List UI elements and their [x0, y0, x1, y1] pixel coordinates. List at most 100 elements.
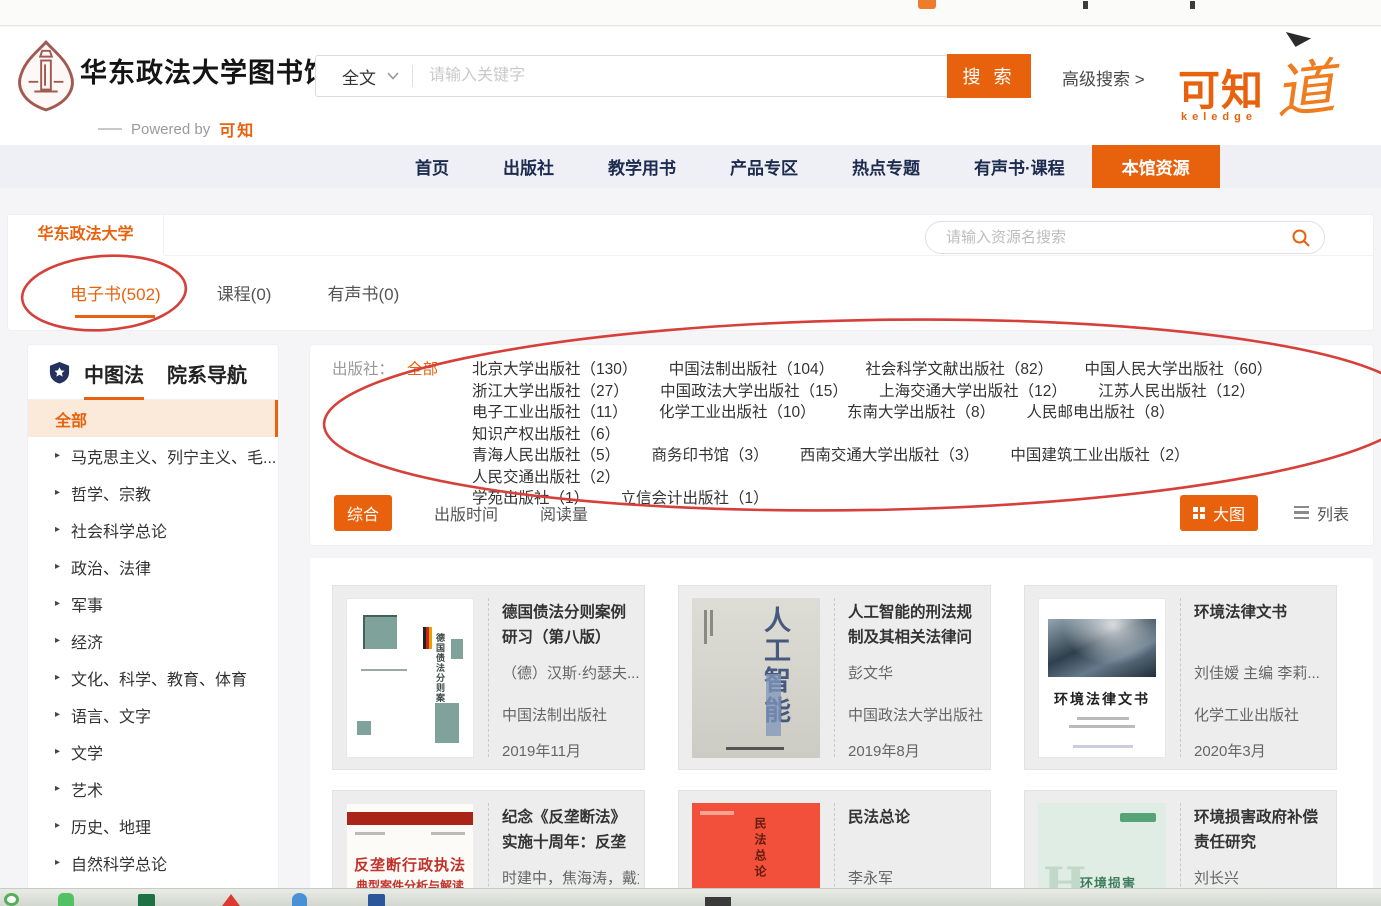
book-card[interactable]: 德国债法分则案例研习 德国债法分则案例研习（第八版） （德）汉斯·约瑟夫... … [332, 585, 645, 770]
keyword-search-input[interactable] [413, 56, 947, 96]
publisher-link[interactable]: 电子工业出版社（11） [472, 404, 628, 421]
book-title: 德国债法分则案例研习（第八版） [502, 600, 639, 650]
publisher-link[interactable]: 中国政法大学出版社（15） [660, 383, 848, 400]
publisher-link[interactable]: 社会科学文献出版社（82） [865, 361, 1053, 378]
publisher-link[interactable]: 商务印书馆（3） [651, 447, 768, 464]
books-panel: 德国债法分则案例研习 德国债法分则案例研习（第八版） （德）汉斯·约瑟夫... … [310, 558, 1373, 906]
publisher-filter-all[interactable]: 全部 [407, 359, 438, 510]
publisher-link[interactable]: 西南交通大学出版社（3） [800, 447, 979, 464]
browser-toolbar-icon[interactable] [1083, 1, 1088, 9]
publisher-link[interactable]: 化学工业出版社（10） [659, 404, 816, 421]
sidebar-item-all[interactable]: 全部 [28, 400, 278, 437]
resource-search-input[interactable] [946, 229, 1291, 246]
book-info: 人工智能的刑法规制及其相关法律问题 彭文华 中国政法大学出版社 2019年8月 [848, 600, 985, 757]
book-publisher: 中国法制出版社 [502, 704, 639, 725]
sidebar-item-label: 军事 [71, 592, 103, 616]
list-icon [1294, 506, 1309, 520]
nav-item-home[interactable]: 首页 [388, 145, 476, 188]
taskbar-dark-window-icon[interactable] [705, 897, 731, 906]
browser-extension-icon[interactable] [918, 0, 936, 9]
caret-right-icon: ▸ [55, 598, 60, 609]
sort-publish-date[interactable]: 出版时间 [434, 501, 498, 525]
taskbar-red-app-icon[interactable] [222, 894, 240, 906]
sidebar-item-label: 文化、科学、教育、体育 [71, 666, 247, 690]
taskbar-green-ring-app-icon[interactable] [4, 893, 19, 906]
sidebar-item-military[interactable]: ▸ 军事 [28, 585, 278, 622]
book-title: 环境损害政府补偿责任研究 [1194, 805, 1331, 855]
view-toggle-grid[interactable]: 大图 [1180, 495, 1258, 531]
grid-icon [1193, 507, 1205, 519]
book-cover: 德国债法分则案例研习 [346, 598, 474, 758]
sidebar-item-label: 艺术 [71, 777, 103, 801]
nav-item-product-zone[interactable]: 产品专区 [703, 145, 825, 188]
book-author: 刘长兴 [1194, 867, 1331, 888]
mountain-photo [1048, 619, 1156, 677]
sidebar-item-social-science[interactable]: ▸ 社会科学总论 [28, 511, 278, 548]
sort-comprehensive[interactable]: 综合 [334, 495, 392, 531]
search-button[interactable]: 搜 索 [947, 54, 1031, 98]
sidebar-item-label: 文学 [71, 740, 103, 764]
sidebar-item-language[interactable]: ▸ 语言、文字 [28, 696, 278, 733]
publisher-link[interactable]: 东南大学出版社（8） [847, 404, 995, 421]
nav-item-hot-topics[interactable]: 热点专题 [825, 145, 947, 188]
nav-item-audiobooks-courses[interactable]: 有声书·课程 [947, 145, 1092, 188]
nav-item-textbooks[interactable]: 教学用书 [581, 145, 703, 188]
tab-ebooks[interactable]: 电子书(502) [70, 280, 161, 305]
book-card[interactable]: 人工智能 人工智能的刑法规制及其相关法律问题 彭文华 中国政法大学出版社 201… [678, 585, 991, 770]
book-card[interactable]: 环境法律文书 环境法律文书 刘佳嫒 主编 李莉... 化学工业出版社 2020年… [1024, 585, 1337, 770]
sidebar-item-economy[interactable]: ▸ 经济 [28, 622, 278, 659]
org-tab[interactable]: 华东政法大学 [8, 215, 164, 255]
divider [1180, 598, 1181, 757]
taskbar-blue-round-app-icon[interactable] [292, 893, 307, 906]
taskbar-word-app-icon[interactable] [368, 894, 385, 906]
publisher-link[interactable]: 浙江大学出版社（27） [472, 383, 629, 400]
tab-audiobooks[interactable]: 有声书(0) [327, 280, 399, 305]
publisher-link[interactable]: 青海人民出版社（5） [472, 447, 620, 464]
book-publisher: 中国政法大学出版社 [848, 704, 985, 725]
sidebar-item-politics-law[interactable]: ▸ 政治、法律 [28, 548, 278, 585]
sidebar-item-literature[interactable]: ▸ 文学 [28, 733, 278, 770]
browser-toolbar-icon[interactable] [1190, 1, 1195, 9]
publisher-link[interactable]: 上海交通大学出版社（12） [879, 383, 1067, 400]
search-scope-dropdown[interactable]: 全文 [316, 56, 412, 96]
nav-item-library-resources[interactable]: 本馆资源 [1092, 145, 1220, 188]
advanced-search-link[interactable]: 高级搜索 > [1062, 65, 1145, 90]
sidebar-item-label: 社会科学总论 [71, 518, 167, 542]
publisher-link[interactable]: 人民交通出版社（2） [472, 469, 620, 486]
publisher-filter-panel: 出版社： 全部 北京大学出版社（130） 中国法制出版社（104） 社会科学文献… [310, 345, 1373, 545]
book-info: 德国债法分则案例研习（第八版） （德）汉斯·约瑟夫... 中国法制出版社 201… [502, 600, 639, 757]
browser-strip [0, 0, 1381, 26]
sidebar-item-natural-science[interactable]: ▸ 自然科学总论 [28, 844, 278, 881]
caret-right-icon: ▸ [55, 857, 60, 868]
sidebar-tab-departments[interactable]: 院系导航 [167, 345, 247, 400]
book-date: 2019年11月 [502, 740, 639, 761]
book-title: 纪念《反垄断法》实施十周年：反垄断行政... [502, 805, 639, 855]
sidebar-item-culture-education[interactable]: ▸ 文化、科学、教育、体育 [28, 659, 278, 696]
caret-right-icon: ▸ [55, 561, 60, 572]
publisher-link[interactable]: 中国人民大学出版社（60） [1084, 361, 1272, 378]
view-toggle-list[interactable]: 列表 [1294, 501, 1349, 525]
publisher-link[interactable]: 中国法制出版社（104） [669, 361, 834, 378]
powered-by-label: Powered by [131, 121, 210, 138]
publisher-link[interactable]: 江苏人民出版社（12） [1098, 383, 1255, 400]
main-nav: 首页 出版社 教学用书 产品专区 热点专题 有声书·课程 本馆资源 [0, 145, 1381, 188]
publisher-link[interactable]: 北京大学出版社（130） [472, 361, 637, 378]
sidebar-item-marxism[interactable]: ▸ 马克思主义、列宁主义、毛... [28, 437, 278, 474]
publisher-link[interactable]: 知识产权出版社（6） [472, 426, 620, 443]
nav-item-publishers[interactable]: 出版社 [476, 145, 581, 188]
publisher-link[interactable]: 人民邮电出版社（8） [1026, 404, 1174, 421]
tab-courses[interactable]: 课程(0) [217, 280, 272, 305]
search-icon[interactable] [1291, 228, 1311, 248]
sidebar-header: 中图法 院系导航 [28, 345, 278, 400]
sidebar-item-philosophy[interactable]: ▸ 哲学、宗教 [28, 474, 278, 511]
book-author: 李永军 [848, 867, 985, 888]
taskbar-spreadsheet-app-icon[interactable] [138, 894, 155, 906]
sidebar-item-history-geography[interactable]: ▸ 历史、地理 [28, 807, 278, 844]
publisher-link[interactable]: 中国建筑工业出版社（2） [1010, 447, 1189, 464]
book-date: 2020年3月 [1194, 740, 1331, 761]
sidebar-item-art[interactable]: ▸ 艺术 [28, 770, 278, 807]
book-title: 人工智能的刑法规制及其相关法律问题 [848, 600, 985, 650]
taskbar-messenger-app-icon[interactable] [58, 893, 74, 906]
sidebar-tab-clc[interactable]: 中图法 [84, 345, 144, 400]
sort-read-count[interactable]: 阅读量 [540, 501, 588, 525]
